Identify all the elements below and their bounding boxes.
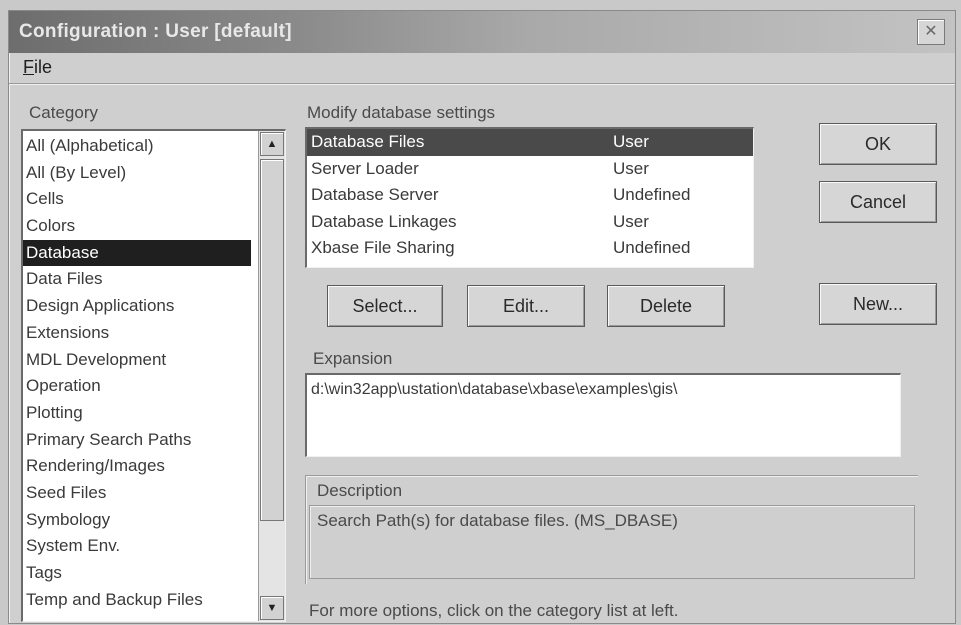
category-item[interactable]: Tags [23,560,251,587]
category-item[interactable]: Seed Files [23,480,251,507]
expansion-field[interactable]: d:\win32app\ustation\database\xbase\exam… [305,373,901,457]
select-button[interactable]: Select... [327,285,443,327]
new-button-label: New... [852,294,904,314]
category-item[interactable]: Rendering/Images [23,453,251,480]
menu-file[interactable]: File [23,57,52,78]
scroll-up-icon[interactable]: ▲ [260,132,284,156]
database-settings-label: Modify database settings [307,103,496,122]
description-text: Search Path(s) for database files. (MS_D… [317,511,678,530]
menu-bar: File [9,53,955,84]
status-text: For more options, click on the category … [309,601,679,620]
database-row-value: User [613,211,649,231]
ok-button[interactable]: OK [819,123,937,165]
database-row[interactable]: Database Server Undefined [307,182,753,209]
category-item[interactable]: Plotting [23,400,251,427]
category-item[interactable]: Database [23,239,251,267]
database-row-value: User [613,158,649,178]
delete-button[interactable]: Delete [607,285,725,327]
delete-button-label: Delete [639,296,693,316]
category-item[interactable]: Symbology [23,507,251,534]
category-scrollbar[interactable]: ▲ ▼ [258,131,285,621]
category-item[interactable]: Temp and Backup Files [23,587,251,614]
scroll-thumb[interactable] [260,159,284,521]
category-label: Category [29,103,98,122]
expansion-label: Expansion [313,349,393,368]
database-row-name: Xbase File Sharing [311,238,455,257]
category-item[interactable]: Design Applications [23,293,251,320]
category-item[interactable]: Colors [23,213,251,240]
database-rows: Database Files User Server Loader User Datab… [307,129,753,262]
database-row-name: Database Files [311,132,425,151]
category-item[interactable]: All (Alphabetical) [23,133,251,160]
database-row-name: Database Linkages [311,211,457,231]
category-item[interactable]: Operation [23,373,251,400]
category-items: All (Alphabetical) All (By Level) Cells Col… [23,133,251,613]
configuration-dialog: Configuration : User [default] ✕ File Ca… [8,10,956,624]
database-row[interactable]: Xbase File Sharing Undefined [307,235,753,262]
category-item[interactable]: MDL Development [23,347,251,374]
category-item[interactable]: All (By Level) [23,160,251,187]
cancel-button[interactable]: Cancel [819,181,937,223]
database-row[interactable]: Database Linkages User [307,209,753,236]
category-item[interactable]: Data Files [23,266,251,293]
description-label: Description [317,481,403,500]
window-title: Configuration : User [default] [19,21,292,42]
database-row-name: Database Server [311,185,439,204]
database-row-value: User [613,132,649,151]
edit-button[interactable]: Edit... [467,285,585,327]
category-item[interactable]: Primary Search Paths [23,427,251,454]
menu-file-hotkey: F [23,57,34,77]
database-row[interactable]: Server Loader User [307,156,753,183]
title-bar[interactable]: Configuration : User [default] ✕ [9,11,955,53]
close-icon[interactable]: ✕ [917,19,945,45]
database-row-value: Undefined [613,238,691,257]
new-button[interactable]: New... [819,283,937,325]
category-item[interactable]: Cells [23,186,251,213]
database-row-name: Server Loader [311,158,419,178]
category-item[interactable]: System Env. [23,533,251,560]
edit-button-label: Edit... [502,296,550,316]
menu-file-label: ile [34,57,53,77]
category-list[interactable]: All (Alphabetical) All (By Level) Cells Col… [21,129,286,622]
database-settings-list[interactable]: Database Files User Server Loader User Datab… [305,127,754,268]
database-row-value: Undefined [613,185,691,204]
select-button-label: Select... [352,296,418,316]
ok-button-label: OK [864,134,891,154]
cancel-button-label: Cancel [849,192,907,212]
scroll-down-icon[interactable]: ▼ [260,596,284,620]
category-item[interactable]: Extensions [23,320,251,347]
database-row[interactable]: Database Files User [307,129,753,156]
